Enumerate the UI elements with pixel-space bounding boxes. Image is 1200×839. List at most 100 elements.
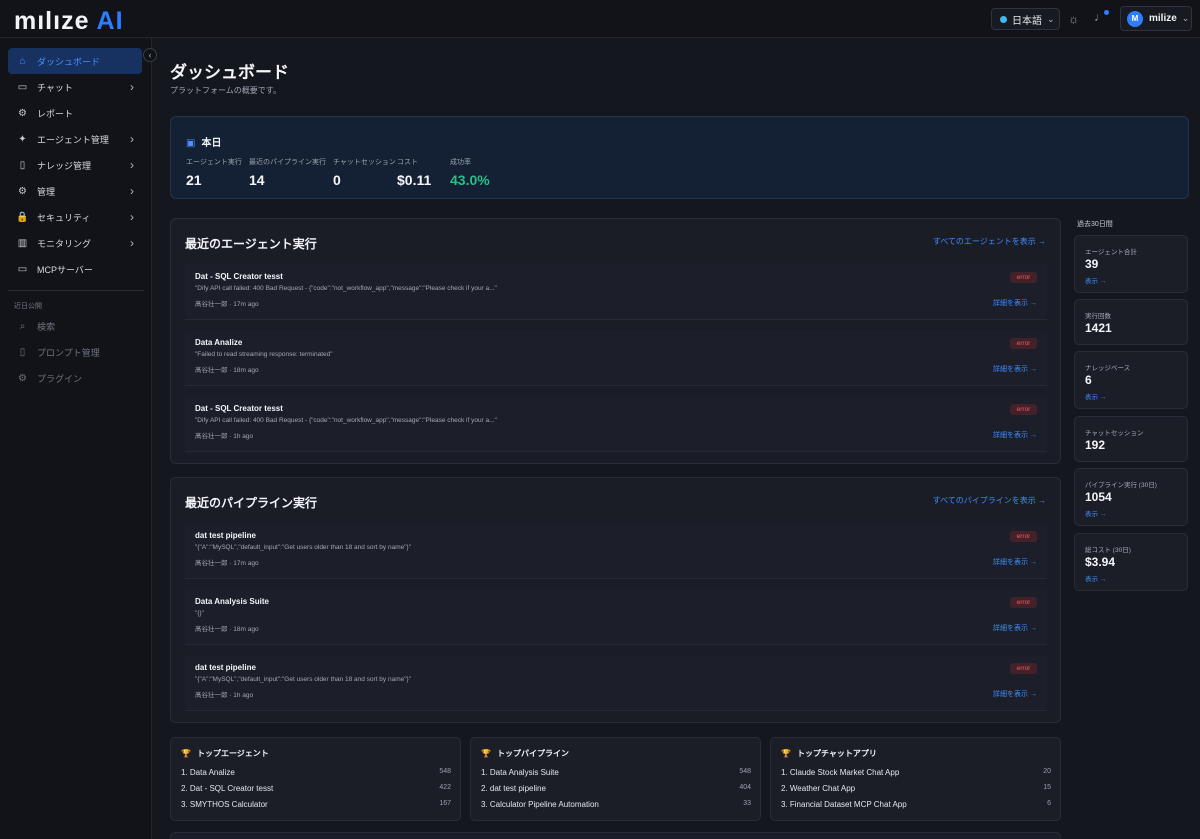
- top-chat-app-row[interactable]: 2. Weather Chat App 15: [781, 784, 1051, 793]
- view-details-link[interactable]: 詳細を表示 →: [993, 557, 1037, 567]
- sidebar-item-label: プロンプト管理: [37, 347, 100, 358]
- agent-run-meta: 髙谷壮一郎 · 1h ago: [195, 433, 254, 440]
- execution-count-card[interactable]: 実行回数 1421: [1074, 299, 1188, 345]
- show-link[interactable]: 表示 →: [1085, 508, 1106, 518]
- agent-run-meta: 髙谷壮一郎 · 17m ago: [195, 301, 259, 308]
- sidebar-item-monitoring[interactable]: ▥ モニタリング ›: [8, 230, 142, 256]
- recent-pipeline-runs-title: 最近のパイプライン実行: [185, 496, 318, 510]
- sidebar-item-label: MCPサーバー: [37, 264, 93, 275]
- agent-run-name: Dat - SQL Creator tesst: [195, 404, 283, 413]
- trophy-icon: 🏆: [781, 749, 791, 758]
- page-subtitle: プラットフォームの概要です。: [170, 86, 281, 95]
- view-details-link[interactable]: 詳細を表示 →: [993, 689, 1037, 699]
- show-link[interactable]: 表示 →: [1085, 391, 1106, 401]
- sidebar-item-knowledge-management[interactable]: ▯ ナレッジ管理 ›: [8, 152, 142, 178]
- sidebar-item-label: ダッシュボード: [37, 56, 101, 67]
- sidebar-item-label: ナレッジ管理: [37, 160, 92, 171]
- document-icon: ▯: [19, 346, 26, 358]
- home-icon: ⌂: [19, 55, 26, 67]
- pipeline-run-item[interactable]: dat test pipeline "{"A":"MySQL","default…: [185, 523, 1047, 579]
- sidebar-item-dashboard[interactable]: ⌂ ダッシュボード: [8, 48, 142, 74]
- book-icon: ▯: [19, 159, 26, 171]
- logo-text-milize: mılıze: [14, 7, 90, 35]
- sun-icon[interactable]: ☼: [1068, 12, 1079, 26]
- sidebar-item-prompt-management-disabled: ▯ プロンプト管理: [8, 339, 142, 365]
- milize-ai-logo[interactable]: mılıze AI: [14, 7, 124, 36]
- view-all-pipelines-link[interactable]: すべてのパイプラインを表示 →: [933, 495, 1046, 506]
- sidebar-divider: [8, 290, 144, 291]
- knowledge-base-card[interactable]: ナレッジベース 6 表示 →: [1074, 351, 1188, 409]
- sidebar-item-label: エージェント管理: [37, 134, 109, 145]
- sidebar-item-mcp-server[interactable]: ▭ MCPサーバー: [8, 256, 142, 282]
- top-pipeline-row[interactable]: 1. Data Analysis Suite 548: [481, 768, 751, 777]
- status-badge: error: [1010, 338, 1037, 349]
- top-pipeline-row[interactable]: 3. Calculator Pipeline Automation 33: [481, 800, 751, 809]
- sparkle-icon: ✦: [18, 133, 27, 145]
- total-cost-30d-card[interactable]: 総コスト (30日) $3.94 表示 →: [1074, 533, 1188, 591]
- coming-soon-label: 近日公開: [14, 303, 42, 310]
- status-badge: error: [1010, 404, 1037, 415]
- pipeline-run-item[interactable]: dat test pipeline "{"A":"MySQL","default…: [185, 655, 1047, 711]
- top-pipeline-row[interactable]: 2. dat test pipeline 404: [481, 784, 751, 793]
- agent-run-name: Dat - SQL Creator tesst: [195, 272, 283, 281]
- top-chat-app-row[interactable]: 1. Claude Stock Market Chat App 20: [781, 768, 1051, 777]
- pipeline-run-name: Data Analysis Suite: [195, 597, 269, 606]
- agent-run-message: "Failed to read streaming response: term…: [195, 351, 333, 358]
- trophy-icon: 🏆: [481, 749, 491, 758]
- pipeline-run-meta: 髙谷壮一郎 · 1h ago: [195, 692, 254, 699]
- top-agent-row[interactable]: 2. Dat - SQL Creator tesst 422: [181, 784, 451, 793]
- view-details-link[interactable]: 詳細を表示 →: [993, 430, 1037, 440]
- sidebar-item-plugin-disabled: ⚙ プラグイン: [8, 365, 142, 391]
- sidebar-item-search-disabled: ⌕ 検索: [8, 313, 142, 339]
- chevron-right-icon: ›: [130, 158, 134, 172]
- avatar: M: [1127, 10, 1143, 27]
- user-menu[interactable]: M milize ⌄: [1120, 6, 1192, 31]
- sidebar-item-admin[interactable]: ⚙ 管理 ›: [8, 178, 142, 204]
- collapse-sidebar-button[interactable]: ‹: [143, 48, 157, 62]
- agent-run-name: Data Analize: [195, 338, 243, 347]
- pipeline-run-meta: 髙谷壮一郎 · 17m ago: [195, 560, 259, 567]
- view-details-link[interactable]: 詳細を表示 →: [993, 364, 1037, 374]
- calendar-icon: ▣: [186, 138, 196, 149]
- view-details-link[interactable]: 詳細を表示 →: [993, 623, 1037, 633]
- top-chat-app-row[interactable]: 3. Financial Dataset MCP Chat App 6: [781, 800, 1051, 809]
- top-agent-row[interactable]: 1. Data Analize 548: [181, 768, 451, 777]
- gear-icon: ⚙: [18, 185, 27, 197]
- top-agent-row[interactable]: 3. SMYTHOS Calculator 167: [181, 800, 451, 809]
- show-link[interactable]: 表示 →: [1085, 275, 1106, 285]
- today-agent-runs: エージェント実行 21: [186, 159, 242, 188]
- agent-run-item[interactable]: Data Analize "Failed to read streaming r…: [185, 330, 1047, 386]
- sidebar-item-label: 検索: [37, 321, 56, 332]
- agent-run-item[interactable]: Dat - SQL Creator tesst "Dify API call f…: [185, 396, 1047, 452]
- chat-icon: ▭: [17, 81, 28, 93]
- recent-agent-runs-card: 最近のエージェント実行 すべてのエージェントを表示 → Dat - SQL Cr…: [170, 218, 1061, 464]
- pipeline-run-item[interactable]: Data Analysis Suite "{}" 髙谷壮一郎 · 18m ago…: [185, 589, 1047, 645]
- sidebar-item-chat[interactable]: ▭ チャット ›: [8, 74, 142, 100]
- top-agents-card: 🏆 トップエージェント 1. Data Analize 548 2. Dat - S…: [170, 737, 461, 821]
- sidebar-item-report[interactable]: ⚙ レポート: [8, 100, 142, 126]
- sidebar-item-security[interactable]: 🔒 セキュリティ ›: [8, 204, 142, 230]
- bell-icon[interactable]: ♩: [1094, 10, 1110, 26]
- user-name: milize: [1149, 13, 1177, 24]
- sidebar-item-label: チャット: [37, 82, 73, 93]
- sidebar-item-label: レポート: [37, 108, 74, 119]
- view-all-agents-link[interactable]: すべてのエージェントを表示 →: [933, 236, 1046, 247]
- chat-sessions-card[interactable]: チャットセッション 192: [1074, 416, 1188, 462]
- today-title: ▣ 本日: [186, 138, 222, 149]
- top-pipelines-title: 🏆 トップパイプライン: [481, 749, 569, 758]
- report-icon: ⚙: [18, 107, 27, 119]
- chart-icon: ▥: [17, 237, 28, 249]
- pipeline-runs-30d-card[interactable]: パイプライン実行 (30日) 1054 表示 →: [1074, 468, 1188, 526]
- total-agents-card[interactable]: エージェント合計 39 表示 →: [1074, 235, 1188, 293]
- agent-run-item[interactable]: Dat - SQL Creator tesst "Dify API call f…: [185, 264, 1047, 320]
- page-title: ダッシュボード: [170, 63, 289, 82]
- show-link[interactable]: 表示 →: [1085, 573, 1106, 583]
- last-30-days-title: 過去30日間: [1077, 221, 1113, 228]
- agent-run-meta: 髙谷壮一郎 · 18m ago: [195, 367, 259, 374]
- pipeline-run-message: "{"A":"MySQL","default_input":"Get users…: [195, 676, 412, 683]
- sidebar-nav: ⌂ ダッシュボード ▭ チャット › ⚙ レポート ✦ エージェント管理 › ▯ ナレッジ管理…: [8, 48, 142, 282]
- sidebar-item-label: モニタリング: [37, 238, 92, 249]
- sidebar-item-agent-management[interactable]: ✦ エージェント管理 ›: [8, 126, 142, 152]
- view-details-link[interactable]: 詳細を表示 →: [993, 298, 1037, 308]
- notification-badge: [1104, 10, 1109, 15]
